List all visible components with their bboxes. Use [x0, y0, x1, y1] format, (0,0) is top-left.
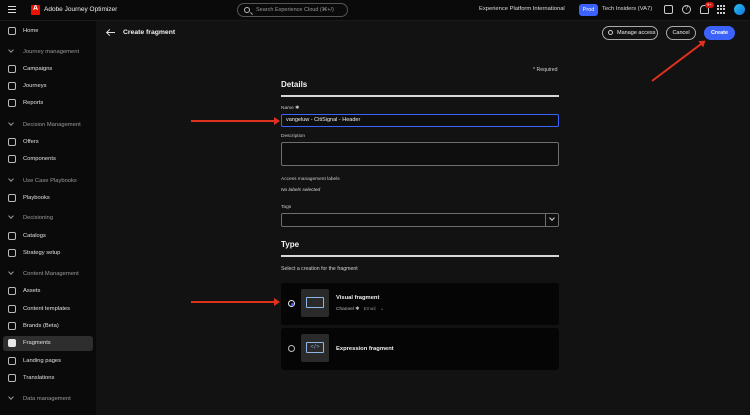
- visual-fragment-title: Visual fragment: [336, 295, 380, 301]
- sidebar-item-translations[interactable]: Translations: [0, 371, 96, 386]
- campaigns-icon: [8, 65, 16, 73]
- components-icon: [8, 155, 16, 163]
- top-bar: Adobe Journey Optimizer Search Experienc…: [0, 0, 750, 21]
- chevron-down-icon: [8, 47, 14, 53]
- adobe-logo-icon: [31, 5, 40, 15]
- channel-value: Email: [363, 307, 376, 312]
- channel-select[interactable]: Channel ✱ Email ⌄: [336, 307, 384, 312]
- visual-fragment-thumbnail-icon: [301, 289, 329, 317]
- catalogs-icon: [8, 232, 16, 240]
- sidebar-item-reports[interactable]: Reports: [0, 96, 96, 111]
- chevron-down-icon: [8, 120, 14, 126]
- back-arrow-icon[interactable]: [107, 32, 115, 33]
- feedback-icon[interactable]: [664, 5, 673, 14]
- search-input[interactable]: Search Experience Cloud (⌘+/): [237, 3, 348, 17]
- journeys-icon: [8, 82, 16, 90]
- tags-field[interactable]: [281, 213, 559, 227]
- home-icon: [8, 27, 16, 35]
- manage-access-label: Manage access: [617, 30, 656, 36]
- tags-label: Tags: [281, 205, 292, 210]
- sidebar-item-landing-pages[interactable]: Landing pages: [0, 354, 96, 369]
- sidebar-item-brands[interactable]: Brands (Beta): [0, 319, 96, 334]
- name-label: Name ✱: [281, 106, 300, 111]
- cancel-button[interactable]: Cancel: [666, 26, 696, 40]
- chevron-down-icon: ⌄: [379, 307, 384, 312]
- expression-fragment-title: Expression fragment: [336, 346, 394, 352]
- annotation-arrow-visual: [191, 298, 280, 306]
- annotation-arrow-name: [191, 117, 280, 125]
- sidebar-item-content-templates[interactable]: Content templates: [0, 302, 96, 317]
- help-icon[interactable]: ?: [682, 5, 691, 14]
- access-labels-value: No labels selected: [281, 188, 321, 193]
- brands-icon: [8, 322, 16, 330]
- sandbox-switcher[interactable]: Tech Insiders (VA7): [602, 6, 652, 12]
- chevron-down-icon: [8, 269, 14, 275]
- sidebar-section-journey-management[interactable]: Journey management: [0, 45, 96, 60]
- app-name: Adobe Journey Optimizer: [44, 6, 118, 13]
- offers-icon: [8, 138, 16, 146]
- sidebar-item-offers[interactable]: Offers: [0, 135, 96, 150]
- sidebar-section-content-management[interactable]: Content Management: [0, 267, 96, 282]
- sidebar-section-use-case-playbooks[interactable]: Use Case Playbooks: [0, 174, 96, 189]
- visual-fragment-option[interactable]: Visual fragment Channel ✱ Email ⌄: [281, 283, 559, 325]
- translations-icon: [8, 374, 16, 382]
- reports-icon: [8, 99, 16, 107]
- name-field[interactable]: vangeluw - CitiSignal - Header: [281, 114, 559, 127]
- sidebar-item-fragments[interactable]: Fragments: [3, 336, 93, 351]
- channel-label: Channel ✱: [336, 307, 360, 312]
- sidebar-item-campaigns[interactable]: Campaigns: [0, 62, 96, 77]
- sidebar-section-data-management[interactable]: Data management: [0, 392, 96, 407]
- sidebar-item-home[interactable]: Home: [0, 24, 96, 39]
- details-title: Details: [281, 80, 308, 89]
- chevron-down-icon: [8, 213, 14, 219]
- fragments-icon: [8, 339, 16, 347]
- expression-fragment-option[interactable]: </> Expression fragment: [281, 328, 559, 370]
- org-switcher[interactable]: Experience Platform International: [479, 6, 565, 12]
- templates-icon: [8, 305, 16, 313]
- type-divider: [281, 255, 559, 257]
- avatar[interactable]: [734, 4, 745, 15]
- search-icon: [244, 7, 250, 13]
- access-labels-label: Access management labels: [281, 177, 340, 182]
- strategy-icon: [8, 249, 16, 257]
- chevron-down-icon: [8, 176, 14, 182]
- required-note: * Required: [533, 67, 558, 73]
- page-title: Create fragment: [123, 29, 176, 36]
- expression-fragment-thumbnail-icon: </>: [301, 334, 329, 362]
- sidebar-item-components[interactable]: Components: [0, 152, 96, 167]
- details-divider: [281, 95, 559, 97]
- expression-fragment-radio[interactable]: [288, 345, 295, 352]
- sidebar-section-decision-management[interactable]: Decision Management: [0, 118, 96, 133]
- manage-access-button[interactable]: Manage access: [602, 26, 658, 40]
- env-badge[interactable]: Prod: [579, 4, 598, 16]
- sidebar-item-assets[interactable]: Assets: [0, 284, 96, 299]
- chevron-down-icon: [8, 394, 14, 400]
- menu-icon[interactable]: [8, 6, 16, 14]
- visual-fragment-radio[interactable]: [288, 300, 295, 307]
- create-button[interactable]: Create: [704, 26, 735, 40]
- apps-grid-icon[interactable]: [717, 5, 726, 14]
- sidebar-section-decisioning[interactable]: Decisioning: [0, 211, 96, 226]
- description-label: Description: [281, 134, 305, 139]
- chevron-down-icon[interactable]: [545, 213, 559, 227]
- sidebar-item-catalogs[interactable]: Catalogs: [0, 229, 96, 244]
- sidebar-item-journeys[interactable]: Journeys: [0, 79, 96, 94]
- sidebar-item-strategy-setup[interactable]: Strategy setup: [0, 246, 96, 261]
- description-field[interactable]: [281, 142, 559, 166]
- playbooks-icon: [8, 194, 16, 202]
- sidebar-item-playbooks[interactable]: Playbooks: [0, 191, 96, 206]
- type-title: Type: [281, 240, 300, 249]
- landing-pages-icon: [8, 357, 16, 365]
- type-subtitle: Select a creation for the fragment: [281, 266, 358, 272]
- sidebar: Home Journey management Campaigns Journe…: [0, 21, 96, 415]
- assets-icon: [8, 287, 16, 295]
- key-icon: [608, 30, 613, 35]
- notification-badge: 9+: [705, 2, 714, 8]
